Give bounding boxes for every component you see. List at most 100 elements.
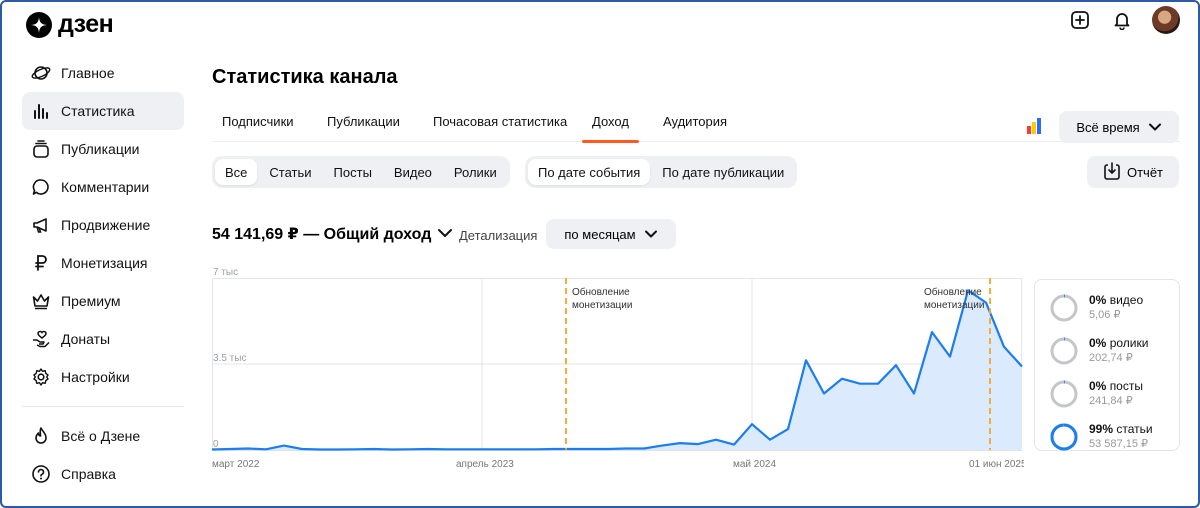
comment-icon xyxy=(31,177,51,197)
sidebar-item-label: Настройки xyxy=(61,369,130,385)
sidebar-item-comments[interactable]: Комментарии xyxy=(22,168,184,206)
content-filter: Все Статьи Посты Видео Ролики xyxy=(212,156,510,188)
filter-posts[interactable]: Посты xyxy=(324,159,382,185)
stack-icon xyxy=(31,139,51,159)
crown-icon xyxy=(31,291,51,311)
planet-icon xyxy=(31,63,51,83)
sidebar-item-label: Статистика xyxy=(61,103,135,119)
breakdown-pct: 0% xyxy=(1089,335,1107,350)
tab-income[interactable]: Доход xyxy=(582,100,639,143)
ruble-icon xyxy=(31,253,51,273)
logo[interactable]: дзен xyxy=(26,10,114,39)
ring-fill xyxy=(1050,423,1078,450)
donut-icon xyxy=(1050,380,1078,407)
sidebar-item-label: Комментарии xyxy=(61,179,150,195)
x-tick-label: май 2024 xyxy=(733,459,776,470)
donate-icon xyxy=(31,329,51,349)
brand-bars-icon xyxy=(1027,118,1041,134)
breakdown-pct: 99% xyxy=(1089,421,1114,436)
period-label: Всё время xyxy=(1076,119,1140,135)
flame-icon xyxy=(31,426,51,446)
filter-by-event-date[interactable]: По дате события xyxy=(528,159,651,185)
donut-icon xyxy=(1050,337,1078,364)
breakdown-row[interactable]: 99% статьи 53 587,15 ₽ xyxy=(1049,415,1179,458)
bell-icon[interactable] xyxy=(1110,8,1134,32)
breakdown-pct: 0% xyxy=(1089,292,1107,307)
sidebar-item-label: Монетизация xyxy=(61,255,148,271)
filter-shorts[interactable]: Ролики xyxy=(444,159,507,185)
y-tick-label: 0 xyxy=(213,439,219,450)
chevron-down-icon xyxy=(644,227,658,242)
sidebar-item-promotion[interactable]: Продвижение xyxy=(22,206,184,244)
help-icon xyxy=(31,464,51,484)
filter-articles[interactable]: Статьи xyxy=(259,159,321,185)
date-filter: По дате события По дате публикации xyxy=(525,156,798,188)
sidebar: Главное Статистика Публикации Комментари… xyxy=(22,54,184,493)
breakdown-row[interactable]: 0% посты 241,84 ₽ xyxy=(1049,372,1179,415)
x-tick-label: март 2022 xyxy=(212,459,260,470)
avatar[interactable] xyxy=(1152,6,1180,34)
report-label: Отчёт xyxy=(1126,164,1164,180)
donut-icon xyxy=(1050,423,1078,450)
annotation-label: Обновление xyxy=(924,286,982,298)
ring-track xyxy=(1050,337,1078,364)
income-chart[interactable]: Обновление монетизации Обновление монетизац… xyxy=(212,264,1024,474)
megaphone-icon xyxy=(31,215,51,235)
y-tick-label: 3.5 тыс xyxy=(213,353,246,364)
annotation-label: монетизации xyxy=(572,300,632,311)
period-dropdown[interactable]: Всё время xyxy=(1059,111,1179,143)
sidebar-item-label: Продвижение xyxy=(61,217,151,233)
breakdown-name: ролики xyxy=(1109,335,1149,350)
chevron-down-icon xyxy=(1148,120,1162,135)
sidebar-item-stats[interactable]: Статистика xyxy=(22,92,184,130)
filter-video[interactable]: Видео xyxy=(384,159,442,185)
sidebar-item-publications[interactable]: Публикации xyxy=(22,130,184,168)
sidebar-item-label: Публикации xyxy=(61,141,140,157)
report-button[interactable]: Отчёт xyxy=(1087,156,1179,188)
report-icon xyxy=(1103,161,1121,184)
breakdown-value: 53 587,15 ₽ xyxy=(1089,437,1148,450)
sidebar-item-settings[interactable]: Настройки xyxy=(22,358,184,396)
annotation-label: монетизации xyxy=(924,300,984,311)
detail-dropdown[interactable]: по месяцам xyxy=(546,219,676,249)
chevron-down-icon xyxy=(437,225,453,243)
sidebar-item-label: Справка xyxy=(61,466,116,482)
breakdown-value: 241,84 ₽ xyxy=(1089,394,1133,407)
x-tick-label: 01 июн 2025 xyxy=(969,459,1024,470)
breakdown-name: статьи xyxy=(1116,421,1153,436)
total-income: 54 141,69 ₽ — Общий доход xyxy=(212,226,432,243)
sidebar-item-label: Донаты xyxy=(61,331,111,347)
detail-label: Детализация xyxy=(459,228,538,243)
total-income-toggle[interactable]: 54 141,69 ₽ — Общий доход xyxy=(212,224,453,244)
annotation-label: Обновление xyxy=(572,286,630,298)
tab-subscribers[interactable]: Подписчики xyxy=(212,100,304,142)
detail-value: по месяцам xyxy=(564,226,636,242)
sidebar-item-monetization[interactable]: Монетизация xyxy=(22,244,184,282)
tab-audience[interactable]: Аудитория xyxy=(653,100,737,142)
filter-by-publication-date[interactable]: По дате публикации xyxy=(652,159,794,185)
sidebar-item-help[interactable]: Справка xyxy=(22,455,184,493)
sidebar-item-label: Всё о Дзене xyxy=(61,428,141,444)
sidebar-item-donations[interactable]: Донаты xyxy=(22,320,184,358)
x-tick-label: апрель 2023 xyxy=(456,459,514,470)
filter-all[interactable]: Все xyxy=(215,159,258,185)
breakdown-row[interactable]: 0% ролики 202,74 ₽ xyxy=(1049,329,1179,372)
plus-square-icon[interactable] xyxy=(1068,8,1092,32)
breakdown-row[interactable]: 0% видео 5,06 ₽ xyxy=(1049,286,1179,329)
page-title: Статистика канала xyxy=(212,66,398,88)
donut-icon xyxy=(1050,294,1078,321)
breakdown-name: посты xyxy=(1109,378,1143,393)
ring-track xyxy=(1050,294,1078,321)
sidebar-item-premium[interactable]: Премиум xyxy=(22,282,184,320)
tab-hourly[interactable]: Почасовая статистика xyxy=(423,100,577,142)
tab-publications[interactable]: Публикации xyxy=(317,100,410,142)
ring-track xyxy=(1050,380,1078,407)
sidebar-item-home[interactable]: Главное xyxy=(22,54,184,92)
breakdown-pct: 0% xyxy=(1089,378,1107,393)
y-tick-label: 7 тыс xyxy=(213,267,238,278)
breakdown-value: 202,74 ₽ xyxy=(1089,351,1133,364)
sidebar-divider xyxy=(22,406,184,407)
income-breakdown: 0% видео 5,06 ₽ 0% ролики 202,74 ₽ 0% по… xyxy=(1034,279,1180,451)
sidebar-item-about[interactable]: Всё о Дзене xyxy=(22,417,184,455)
breakdown-name: видео xyxy=(1109,292,1144,307)
